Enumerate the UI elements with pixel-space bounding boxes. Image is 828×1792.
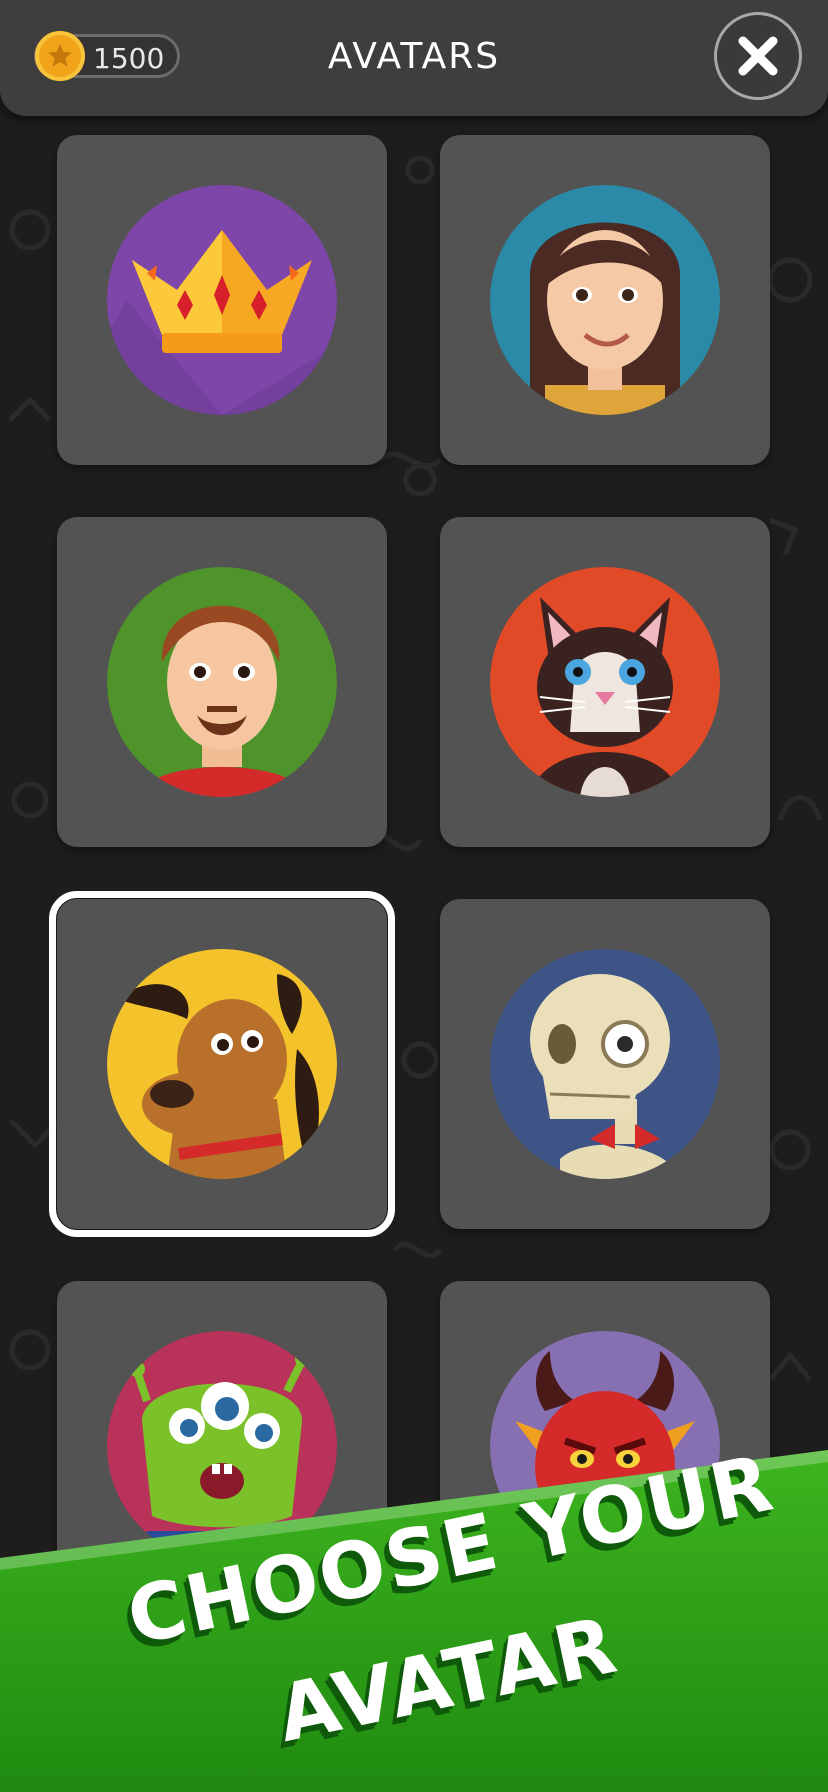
skull-icon: [490, 949, 720, 1179]
man-portrait-icon: [107, 567, 337, 797]
avatar-skull: [490, 949, 720, 1179]
promo-banner: CHOOSE YOUR AVATAR: [0, 1438, 828, 1792]
avatar-card-skull[interactable]: [440, 899, 770, 1229]
avatar-card-crown[interactable]: [57, 135, 387, 465]
banner-title-line1: CHOOSE YOUR: [120, 1438, 782, 1664]
woman-portrait-icon: [490, 185, 720, 415]
banner-title-line2: AVATAR: [270, 1600, 626, 1761]
crown-icon: [107, 185, 337, 415]
dog-icon: [107, 949, 337, 1179]
avatar-cat: [490, 567, 720, 797]
avatar-card-dog[interactable]: [49, 891, 395, 1237]
avatar-crown: [107, 185, 337, 415]
avatar-man: [107, 567, 337, 797]
avatar-card-man[interactable]: [57, 517, 387, 847]
avatar-dog: [107, 949, 337, 1179]
cat-icon: [490, 567, 720, 797]
avatar-card-cat[interactable]: [440, 517, 770, 847]
avatar-woman: [490, 185, 720, 415]
avatar-card-woman[interactable]: [440, 135, 770, 465]
